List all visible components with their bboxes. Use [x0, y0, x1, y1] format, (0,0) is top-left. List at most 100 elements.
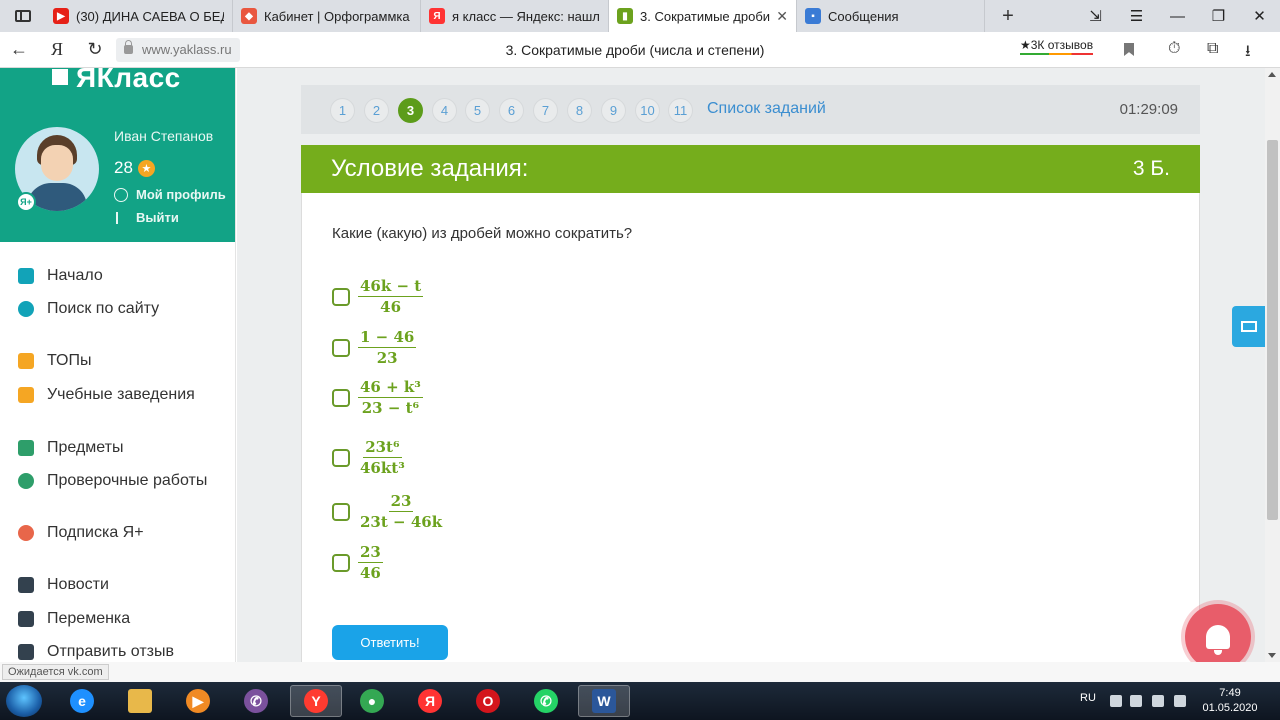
- close-tab-icon[interactable]: ✕: [776, 8, 788, 25]
- feedback-mail-button[interactable]: [1232, 306, 1265, 347]
- language-indicator[interactable]: RU: [1080, 692, 1096, 704]
- taskbar-app[interactable]: [114, 685, 166, 717]
- task-number-button[interactable]: 10: [635, 98, 660, 123]
- menu-item[interactable]: Проверочные работы: [15, 470, 207, 492]
- browser-tab[interactable]: ▪ Сообщения: [797, 0, 985, 32]
- network-icon[interactable]: [1152, 695, 1164, 707]
- menu-item-label: Переменка: [47, 610, 131, 627]
- task-number-button[interactable]: 11: [668, 98, 693, 123]
- option-checkbox[interactable]: [332, 287, 350, 306]
- bookmarks-icon[interactable]: ⇲: [1075, 7, 1116, 25]
- option-checkbox[interactable]: [332, 388, 350, 407]
- condition-title: Условие задания:: [331, 155, 529, 182]
- url-field[interactable]: www.yaklass.ru: [116, 37, 240, 62]
- back-button[interactable]: ←: [0, 39, 38, 60]
- option-checkbox[interactable]: [332, 553, 350, 572]
- fraction-numerator: 23: [358, 543, 383, 563]
- option-checkbox[interactable]: [332, 338, 350, 357]
- volume-icon[interactable]: [1174, 695, 1186, 707]
- answer-button[interactable]: Ответить!: [332, 625, 448, 660]
- answer-option[interactable]: 23 46: [332, 543, 383, 582]
- turbo-icon[interactable]: ⏱: [1168, 40, 1180, 58]
- reload-button[interactable]: ↻: [76, 39, 114, 60]
- notifications-button[interactable]: [1185, 604, 1251, 670]
- star-icon: [15, 351, 37, 371]
- bookmark-icon[interactable]: [1124, 43, 1134, 56]
- task-number-button[interactable]: 4: [432, 98, 457, 123]
- download-icon[interactable]: ⭳: [1245, 40, 1251, 67]
- scroll-up-icon[interactable]: [1268, 72, 1276, 77]
- answer-option[interactable]: 23 23t − 46k: [332, 492, 444, 531]
- fraction-numerator: 46k − t: [358, 277, 424, 297]
- taskbar-app[interactable]: ▶: [172, 685, 224, 717]
- answer-option[interactable]: 46k − t 46: [332, 277, 424, 316]
- menu-item[interactable]: Предметы: [15, 437, 123, 459]
- clock[interactable]: 7:49 01.05.2020: [1200, 686, 1260, 716]
- fraction-numerator: 23: [388, 492, 414, 512]
- browser-tab[interactable]: ▶ (30) ДИНА САЕВА О БЕДНС: [45, 0, 233, 32]
- user-panel: ЯКласс Я+ Иван Степанов 28 ★ Мой профиль…: [0, 68, 235, 242]
- site-logo[interactable]: ЯКласс: [52, 68, 181, 94]
- answer-option[interactable]: 46 + k³ 23 − t⁶: [332, 378, 423, 417]
- task-number-button[interactable]: 1: [330, 98, 355, 123]
- browser-tab[interactable]: Яя класс — Яндекс: нашлось: [421, 0, 609, 32]
- minimize-button[interactable]: —: [1157, 8, 1198, 25]
- taskbar-app[interactable]: ✆: [520, 685, 572, 717]
- task-number-button[interactable]: 3: [398, 98, 423, 123]
- scroll-thumb[interactable]: [1267, 140, 1278, 520]
- extensions-icon[interactable]: ⧉: [1207, 40, 1218, 58]
- tab-title: Кабинет | Орфограммка: [264, 8, 410, 24]
- tray-arrow-icon[interactable]: [1110, 695, 1122, 707]
- url-text: www.yaklass.ru: [142, 42, 232, 57]
- task-number-button[interactable]: 7: [533, 98, 558, 123]
- yandex-home-button[interactable]: Я: [38, 39, 76, 60]
- taskbar-app[interactable]: W: [578, 685, 630, 717]
- task-number-button[interactable]: 2: [364, 98, 389, 123]
- new-tab-button[interactable]: +: [985, 0, 1031, 32]
- fraction-numerator: 23t⁶: [363, 438, 402, 458]
- menu-icon[interactable]: ☰: [1116, 7, 1157, 25]
- answer-option[interactable]: 1 − 46 23: [332, 328, 417, 367]
- task-number-button[interactable]: 5: [465, 98, 490, 123]
- condition-header: Условие задания: 3 Б.: [301, 145, 1200, 193]
- fraction-denominator: 46kt³: [360, 459, 405, 477]
- close-window-button[interactable]: ✕: [1239, 7, 1280, 25]
- taskbar-app[interactable]: O: [462, 685, 514, 717]
- taskbar-app[interactable]: Y: [290, 685, 342, 717]
- answer-option[interactable]: 23t⁶ 46kt³: [332, 438, 407, 477]
- menu-item[interactable]: Подписка Я+: [15, 522, 144, 544]
- bell-icon: [15, 609, 37, 629]
- task-number-button[interactable]: 8: [567, 98, 592, 123]
- profile-link[interactable]: Мой профиль: [114, 187, 226, 202]
- scroll-down-icon[interactable]: [1268, 653, 1276, 658]
- menu-item[interactable]: Начало: [15, 265, 103, 287]
- menu-item[interactable]: Новости: [15, 574, 109, 596]
- task-number-button[interactable]: 6: [499, 98, 524, 123]
- taskbar-app[interactable]: e: [56, 685, 108, 717]
- lock-icon: [124, 40, 133, 54]
- sidebar-toggle-button[interactable]: [0, 0, 45, 32]
- browser-tab[interactable]: ▮ 3. Сократимые дроби (ч ✕: [609, 0, 797, 32]
- menu-item[interactable]: Переменка: [15, 608, 130, 630]
- flag-icon[interactable]: [1130, 695, 1142, 707]
- taskbar-app[interactable]: ●: [346, 685, 398, 717]
- menu-item[interactable]: ТОПы: [15, 350, 92, 372]
- option-checkbox[interactable]: [332, 502, 350, 521]
- taskbar-app[interactable]: ✆: [230, 685, 282, 717]
- menu-item[interactable]: Отправить отзыв: [15, 641, 174, 662]
- menu-item[interactable]: Учебные заведения: [15, 384, 195, 406]
- logout-link[interactable]: Выйти: [114, 210, 179, 225]
- task-list-link[interactable]: Список заданий: [707, 100, 826, 118]
- task-number-button[interactable]: 9: [601, 98, 626, 123]
- restore-button[interactable]: ❐: [1198, 7, 1239, 25]
- page-scrollbar[interactable]: [1265, 68, 1280, 662]
- chrome-icon: ●: [360, 689, 384, 713]
- taskbar-app[interactable]: Я: [404, 685, 456, 717]
- browser-tab[interactable]: ◆ Кабинет | Орфограммка: [233, 0, 421, 32]
- reviews-badge[interactable]: ★3К отзывов: [1020, 38, 1094, 55]
- menu-item[interactable]: Поиск по сайту: [15, 298, 159, 320]
- start-button[interactable]: [6, 685, 42, 717]
- menu-item-label: Отправить отзыв: [47, 643, 174, 660]
- option-checkbox[interactable]: [332, 448, 350, 467]
- book-icon: [15, 438, 37, 458]
